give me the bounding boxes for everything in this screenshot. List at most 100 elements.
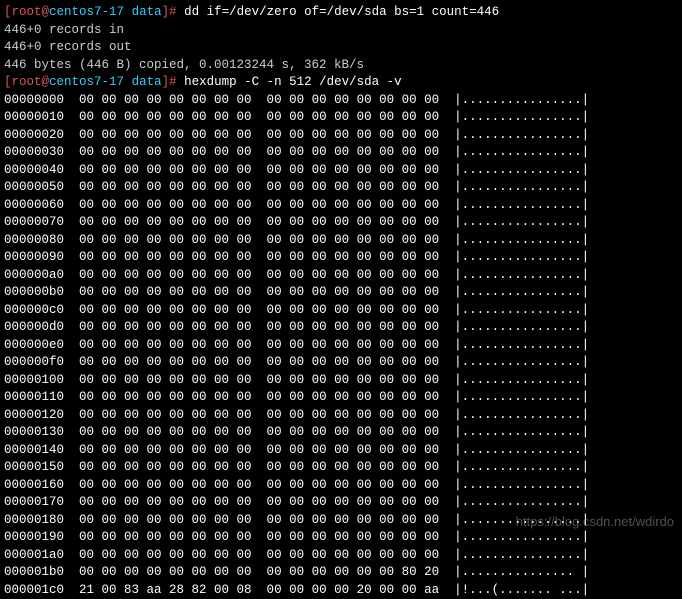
hex-ascii: |................| — [454, 215, 589, 229]
hex-offset: 00000130 — [4, 425, 64, 439]
hexdump-line: 00000020 00 00 00 00 00 00 00 00 00 00 0… — [4, 127, 678, 145]
hex-ascii: |................| — [454, 478, 589, 492]
hex-bytes: 00 00 00 00 00 00 00 00 00 00 00 00 00 0… — [79, 565, 439, 579]
hexdump-line: 000000c0 00 00 00 00 00 00 00 00 00 00 0… — [4, 302, 678, 320]
terminal-output[interactable]: [root@centos7-17 data]# dd if=/dev/zero … — [4, 4, 678, 599]
hex-ascii: |................| — [454, 303, 589, 317]
hex-offset: 00000160 — [4, 478, 64, 492]
hex-offset: 000000b0 — [4, 285, 64, 299]
hexdump-line: 00000190 00 00 00 00 00 00 00 00 00 00 0… — [4, 529, 678, 547]
hex-bytes: 00 00 00 00 00 00 00 00 00 00 00 00 00 0… — [79, 338, 439, 352]
hexdump-line: 00000060 00 00 00 00 00 00 00 00 00 00 0… — [4, 197, 678, 215]
hex-bytes: 00 00 00 00 00 00 00 00 00 00 00 00 00 0… — [79, 128, 439, 142]
prompt-path: data — [132, 5, 162, 19]
hex-ascii: |................| — [454, 530, 589, 544]
hex-offset: 000000a0 — [4, 268, 64, 282]
hexdump-line: 00000110 00 00 00 00 00 00 00 00 00 00 0… — [4, 389, 678, 407]
hex-bytes: 00 00 00 00 00 00 00 00 00 00 00 00 00 0… — [79, 180, 439, 194]
hex-offset: 000000e0 — [4, 338, 64, 352]
watermark-text: https://blog.csdn.net/wdirdo — [516, 513, 674, 531]
hex-ascii: |................| — [454, 163, 589, 177]
hexdump-line: 00000050 00 00 00 00 00 00 00 00 00 00 0… — [4, 179, 678, 197]
hex-bytes: 00 00 00 00 00 00 00 00 00 00 00 00 00 0… — [79, 233, 439, 247]
hex-ascii: |................| — [454, 180, 589, 194]
hexdump-line: 00000080 00 00 00 00 00 00 00 00 00 00 0… — [4, 232, 678, 250]
prompt-host: centos7-17 — [49, 75, 132, 89]
hex-offset: 00000000 — [4, 93, 64, 107]
prompt-open: [ — [4, 5, 12, 19]
hex-offset: 00000090 — [4, 250, 64, 264]
command-text: hexdump -C -n 512 /dev/sda -v — [184, 75, 402, 89]
prompt-host: centos7-17 — [49, 5, 132, 19]
hexdump-line: 00000100 00 00 00 00 00 00 00 00 00 00 0… — [4, 372, 678, 390]
hex-ascii: |................| — [454, 285, 589, 299]
hex-bytes: 00 00 00 00 00 00 00 00 00 00 00 00 00 0… — [79, 460, 439, 474]
command-text: dd if=/dev/zero of=/dev/sda bs=1 count=4… — [184, 5, 499, 19]
hex-ascii: |................| — [454, 495, 589, 509]
prompt-line: [root@centos7-17 data]# dd if=/dev/zero … — [4, 4, 678, 22]
hex-bytes: 00 00 00 00 00 00 00 00 00 00 00 00 00 0… — [79, 373, 439, 387]
hex-bytes: 00 00 00 00 00 00 00 00 00 00 00 00 00 0… — [79, 548, 439, 562]
hex-ascii: |................| — [454, 548, 589, 562]
hex-ascii: |................| — [454, 355, 589, 369]
prompt-path: data — [132, 75, 162, 89]
hexdump-line: 000001b0 00 00 00 00 00 00 00 00 00 00 0… — [4, 564, 678, 582]
hex-ascii: |................| — [454, 373, 589, 387]
hex-offset: 00000070 — [4, 215, 64, 229]
hexdump-line: 00000070 00 00 00 00 00 00 00 00 00 00 0… — [4, 214, 678, 232]
hexdump-line: 00000150 00 00 00 00 00 00 00 00 00 00 0… — [4, 459, 678, 477]
hexdump-line: 00000040 00 00 00 00 00 00 00 00 00 00 0… — [4, 162, 678, 180]
hex-bytes: 00 00 00 00 00 00 00 00 00 00 00 00 00 0… — [79, 443, 439, 457]
prompt-user: root — [12, 75, 42, 89]
hexdump-line: 00000120 00 00 00 00 00 00 00 00 00 00 0… — [4, 407, 678, 425]
hex-ascii: |................| — [454, 443, 589, 457]
dd-output-line: 446 bytes (446 B) copied, 0.00123244 s, … — [4, 57, 678, 75]
hex-ascii: |................| — [454, 320, 589, 334]
prompt-close: ]# — [162, 5, 185, 19]
hex-ascii: |................| — [454, 390, 589, 404]
hex-bytes: 00 00 00 00 00 00 00 00 00 00 00 00 00 0… — [79, 495, 439, 509]
hex-offset: 00000190 — [4, 530, 64, 544]
hex-offset: 000001a0 — [4, 548, 64, 562]
hex-offset: 00000040 — [4, 163, 64, 177]
hexdump-line: 000000a0 00 00 00 00 00 00 00 00 00 00 0… — [4, 267, 678, 285]
hexdump-line: 00000140 00 00 00 00 00 00 00 00 00 00 0… — [4, 442, 678, 460]
hex-offset: 00000120 — [4, 408, 64, 422]
hexdump-line: 000001a0 00 00 00 00 00 00 00 00 00 00 0… — [4, 547, 678, 565]
hex-offset: 00000170 — [4, 495, 64, 509]
prompt-at: @ — [42, 5, 50, 19]
hexdump-line: 000000e0 00 00 00 00 00 00 00 00 00 00 0… — [4, 337, 678, 355]
hex-ascii: |................| — [454, 110, 589, 124]
hex-offset: 000000d0 — [4, 320, 64, 334]
hex-offset: 00000100 — [4, 373, 64, 387]
hex-bytes: 00 00 00 00 00 00 00 00 00 00 00 00 00 0… — [79, 513, 439, 527]
hex-bytes: 00 00 00 00 00 00 00 00 00 00 00 00 00 0… — [79, 320, 439, 334]
hex-offset: 00000080 — [4, 233, 64, 247]
hex-offset: 000001b0 — [4, 565, 64, 579]
hexdump-line: 00000130 00 00 00 00 00 00 00 00 00 00 0… — [4, 424, 678, 442]
hex-offset: 00000060 — [4, 198, 64, 212]
hex-ascii: |!...(....... ...| — [454, 583, 589, 597]
hex-ascii: |................| — [454, 233, 589, 247]
hex-bytes: 00 00 00 00 00 00 00 00 00 00 00 00 00 0… — [79, 478, 439, 492]
prompt-open: [ — [4, 75, 12, 89]
hex-offset: 000001c0 — [4, 583, 64, 597]
hex-ascii: |................| — [454, 93, 589, 107]
hexdump-line: 000000f0 00 00 00 00 00 00 00 00 00 00 0… — [4, 354, 678, 372]
hex-bytes: 00 00 00 00 00 00 00 00 00 00 00 00 00 0… — [79, 425, 439, 439]
hex-ascii: |................| — [454, 338, 589, 352]
hex-ascii: |................| — [454, 425, 589, 439]
hex-offset: 00000150 — [4, 460, 64, 474]
hex-bytes: 00 00 00 00 00 00 00 00 00 00 00 00 00 0… — [79, 250, 439, 264]
dd-output-line: 446+0 records in — [4, 22, 678, 40]
hex-offset: 000000c0 — [4, 303, 64, 317]
hex-offset: 000000f0 — [4, 355, 64, 369]
hex-ascii: |................| — [454, 460, 589, 474]
prompt-line: [root@centos7-17 data]# hexdump -C -n 51… — [4, 74, 678, 92]
prompt-user: root — [12, 5, 42, 19]
hexdump-line: 000000d0 00 00 00 00 00 00 00 00 00 00 0… — [4, 319, 678, 337]
hex-offset: 00000010 — [4, 110, 64, 124]
hex-ascii: |................| — [454, 145, 589, 159]
hex-bytes: 00 00 00 00 00 00 00 00 00 00 00 00 00 0… — [79, 355, 439, 369]
hex-offset: 00000140 — [4, 443, 64, 457]
